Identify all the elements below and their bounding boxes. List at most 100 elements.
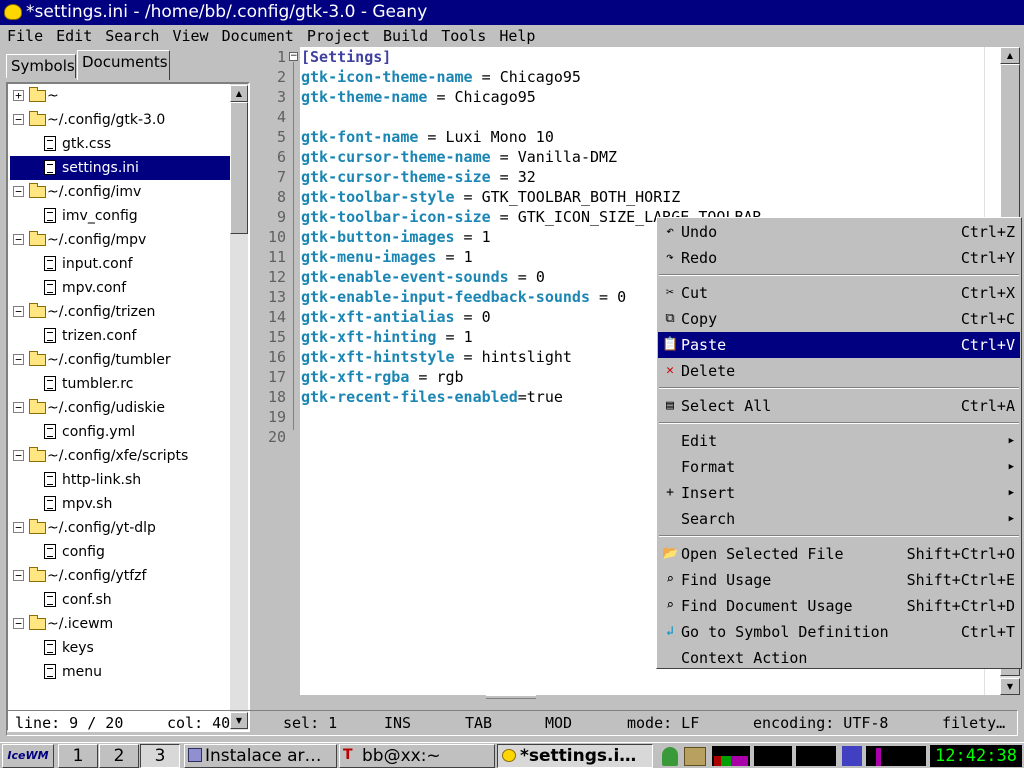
tree-folder[interactable]: − ~/.config/ytfzf: [10, 564, 230, 588]
ctx-open-selected-file[interactable]: 📂 Open Selected File Shift+Ctrl+O: [658, 541, 1020, 567]
tree-folder[interactable]: − ~/.config/trizen: [10, 300, 230, 324]
menu-edit[interactable]: Edit: [49, 25, 98, 47]
code-line[interactable]: [Settings]: [300, 47, 1000, 67]
tree-file[interactable]: mpv.sh: [10, 492, 230, 516]
ctx-context-action[interactable]: Context Action: [658, 645, 1020, 671]
menu-project[interactable]: Project: [300, 25, 376, 47]
fold-margin[interactable]: −: [288, 47, 300, 695]
open-folder-icon: 📂: [662, 546, 679, 561]
collapse-icon[interactable]: −: [13, 570, 24, 581]
setting-key: gtk-toolbar-style: [301, 188, 455, 206]
menu-view[interactable]: View: [165, 25, 214, 47]
collapse-icon[interactable]: −: [13, 114, 24, 125]
cpu-monitor: [712, 746, 750, 766]
tree-file[interactable]: http-link.sh: [10, 468, 230, 492]
ctx-select-all[interactable]: ▤ Select All Ctrl+A: [658, 393, 1020, 419]
file-icon: [44, 592, 56, 607]
tree-folder[interactable]: − ~/.config/mpv: [10, 228, 230, 252]
tree-file[interactable]: tumbler.rc: [10, 372, 230, 396]
ctx-search[interactable]: Search ▶: [658, 506, 1020, 532]
scroll-down-button[interactable]: ▼: [1000, 678, 1020, 695]
collapse-icon[interactable]: −: [13, 354, 24, 365]
collapse-icon[interactable]: −: [13, 450, 24, 461]
ctx-undo[interactable]: ↶ Undo Ctrl+Z: [658, 219, 1020, 245]
ctx-redo[interactable]: ↷ Redo Ctrl+Y: [658, 245, 1020, 271]
tree-folder[interactable]: − ~/.config/udiskie: [10, 396, 230, 420]
code-line[interactable]: gtk-theme-name = Chicago95: [300, 87, 1000, 107]
tree-folder[interactable]: − ~/.config/yt-dlp: [10, 516, 230, 540]
tree-folder[interactable]: − ~/.config/gtk-3.0: [10, 108, 230, 132]
title-bar[interactable]: *settings.ini - /home/bb/.config/gtk-3.0…: [0, 0, 1024, 25]
start-button[interactable]: IceWM: [2, 744, 54, 768]
tree-file[interactable]: input.conf: [10, 252, 230, 276]
tree-file[interactable]: config: [10, 540, 230, 564]
code-line[interactable]: gtk-cursor-theme-size = 32: [300, 167, 1000, 187]
tree-file[interactable]: gtk.css: [10, 132, 230, 156]
ctx-copy[interactable]: ⧉ Copy Ctrl+C: [658, 306, 1020, 332]
menu-tools[interactable]: Tools: [434, 25, 492, 47]
user-tray-icon[interactable]: [662, 747, 678, 766]
code-line[interactable]: gtk-cursor-theme-name = Vanilla-DMZ: [300, 147, 1000, 167]
task-instalace[interactable]: Instalace ar…: [184, 744, 337, 768]
menu-search[interactable]: Search: [98, 25, 165, 47]
menu-help[interactable]: Help: [492, 25, 541, 47]
ctx-go-to-symbol-definition[interactable]: ↲ Go to Symbol Definition Ctrl+T: [658, 619, 1020, 645]
task-terminal[interactable]: T bb@xx:~: [339, 744, 495, 768]
setting-key: gtk-xft-rgba: [301, 368, 410, 386]
tree-folder[interactable]: − ~/.config/tumbler: [10, 348, 230, 372]
ctx-edit[interactable]: Edit ▶: [658, 428, 1020, 454]
geany-app-icon[interactable]: [4, 4, 22, 20]
tree-folder[interactable]: + ~: [10, 84, 230, 108]
clipboard-tray-icon[interactable]: [684, 747, 706, 766]
line-number: 19: [267, 408, 286, 426]
code-line[interactable]: [300, 107, 1000, 127]
ctx-find-document-usage[interactable]: ⌕ Find Document Usage Shift+Ctrl+D: [658, 593, 1020, 619]
collapse-icon[interactable]: −: [13, 522, 24, 533]
tree-file[interactable]: menu: [10, 660, 230, 684]
workspace-3[interactable]: 3: [140, 744, 180, 768]
menu-build[interactable]: Build: [376, 25, 434, 47]
collapse-icon[interactable]: −: [13, 234, 24, 245]
expand-icon[interactable]: +: [13, 90, 24, 101]
clock[interactable]: 12:42:38: [930, 745, 1022, 767]
tree-file[interactable]: keys: [10, 636, 230, 660]
code-line[interactable]: gtk-toolbar-style = GTK_TOOLBAR_BOTH_HOR…: [300, 187, 1000, 207]
tree-scrollbar[interactable]: ▲ ▼: [230, 84, 248, 730]
menu-file[interactable]: File: [0, 25, 49, 47]
collapse-icon[interactable]: −: [13, 402, 24, 413]
scroll-thumb[interactable]: [230, 102, 248, 234]
tree-folder[interactable]: − ~/.icewm: [10, 612, 230, 636]
tree-folder[interactable]: − ~/.config/imv: [10, 180, 230, 204]
pane-splitter[interactable]: [486, 695, 536, 699]
code-line[interactable]: gtk-font-name = Luxi Mono 10: [300, 127, 1000, 147]
setting-value: 0: [535, 268, 545, 286]
code-line[interactable]: gtk-icon-theme-name = Chicago95: [300, 67, 1000, 87]
tree-file[interactable]: mpv.conf: [10, 276, 230, 300]
tree-file[interactable]: config.yml: [10, 420, 230, 444]
scroll-up-button[interactable]: ▲: [230, 85, 248, 102]
ctx-delete[interactable]: ✕ Delete: [658, 358, 1020, 384]
scroll-up-button[interactable]: ▲: [1000, 47, 1020, 64]
file-icon: [44, 160, 56, 175]
tree-file[interactable]: conf.sh: [10, 588, 230, 612]
collapse-icon[interactable]: −: [13, 306, 24, 317]
fold-toggle-icon[interactable]: −: [289, 52, 298, 61]
workspace-2[interactable]: 2: [99, 744, 139, 768]
tree-folder[interactable]: − ~/.config/xfe/scripts: [10, 444, 230, 468]
ctx-insert[interactable]: + Insert ▶: [658, 480, 1020, 506]
collapse-icon[interactable]: −: [13, 618, 24, 629]
tab-documents[interactable]: Documents: [77, 50, 170, 80]
tree-file[interactable]: imv_config: [10, 204, 230, 228]
ctx-paste[interactable]: 📋 Paste Ctrl+V: [658, 332, 1020, 358]
collapse-icon[interactable]: −: [13, 186, 24, 197]
menu-document[interactable]: Document: [215, 25, 300, 47]
ctx-cut[interactable]: ✂ Cut Ctrl+X: [658, 280, 1020, 306]
ctx-format[interactable]: Format ▶: [658, 454, 1020, 480]
ctx-find-usage[interactable]: ⌕ Find Usage Shift+Ctrl+E: [658, 567, 1020, 593]
tree-file[interactable]: trizen.conf: [10, 324, 230, 348]
paste-icon: 📋: [662, 337, 679, 352]
tab-symbols[interactable]: Symbols: [6, 54, 76, 78]
workspace-1[interactable]: 1: [58, 744, 98, 768]
task-geany[interactable]: *settings.i…: [497, 744, 653, 768]
tree-file[interactable]: settings.ini: [10, 156, 230, 180]
